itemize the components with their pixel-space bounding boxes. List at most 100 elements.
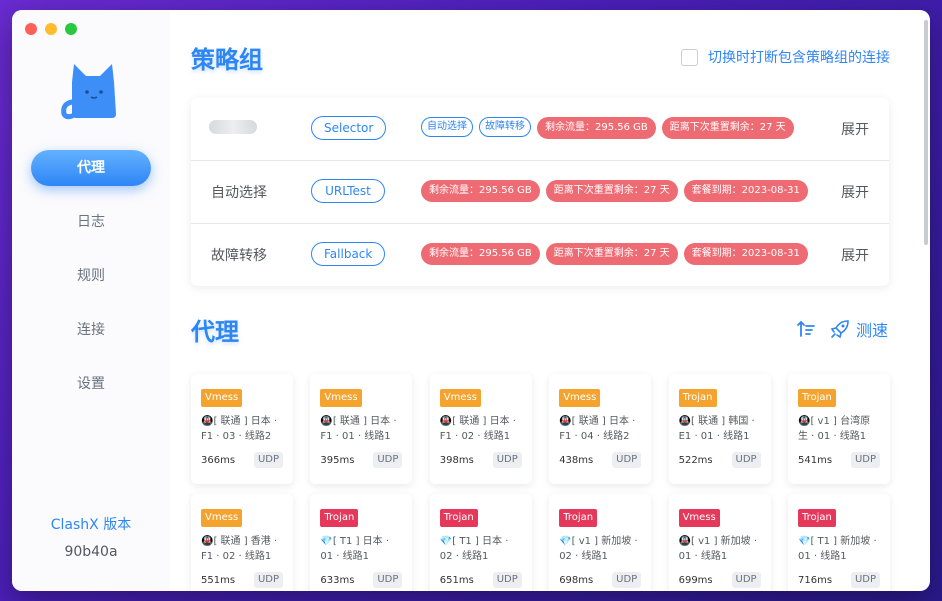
proxy-card[interactable]: Vmess 🚇[ 联通 ] 香港 · F1 · 02 · 线路1 551ms UDP	[191, 494, 293, 591]
proxy-delay: 398ms	[439, 455, 474, 466]
protocol-badge: Vmess	[559, 389, 601, 407]
window-controls	[25, 23, 77, 35]
proxy-card[interactable]: Vmess 🚇[ v1 ] 新加坡 · 01 · 线路1 699ms UDP	[668, 494, 771, 591]
proxy-card[interactable]: Vmess 🚇[ 联通 ] 日本 · F1 · 03 · 线路2 366ms UDP	[191, 374, 293, 484]
speed-test-label: 测速	[855, 321, 888, 340]
protocol-badge: Trojan	[320, 509, 359, 527]
udp-badge: UDP	[253, 572, 283, 588]
proxy-name: 💎[ T1 ] 新加坡 · 01 · 线路1	[798, 536, 877, 562]
protocol-badge: Vmess	[678, 509, 720, 527]
close-window-button[interactable]	[25, 23, 37, 35]
sidebar: 代理日志规则连接设置 ClashX 版本 90b40a	[12, 10, 170, 591]
proxy-name: 🚇[ 联通 ] 日本 · F1 · 01 · 线路1	[320, 416, 397, 442]
proxy-card[interactable]: Trojan 💎[ T1 ] 新加坡 · 01 · 线路1 716ms UDP	[788, 494, 890, 591]
udp-badge: UDP	[253, 452, 283, 468]
policy-group-row[interactable]: 故障转移 Fallback 剩余流量：295.56 GB 距离下次重置剩余：27 天套…	[191, 224, 889, 287]
protocol-badge: Trojan	[559, 509, 598, 527]
policy-groups-title: 策略组	[191, 46, 263, 74]
sidebar-nav: 代理日志规则连接设置	[31, 150, 151, 420]
protocol-badge: Vmess	[320, 389, 362, 407]
udp-badge: UDP	[731, 572, 761, 588]
proxy-name: 💎[ v1 ] 新加坡 · 02 · 线路1	[559, 536, 638, 562]
info-tag: 套餐到期：2023-08-31	[683, 180, 808, 202]
proxy-card[interactable]: Trojan 💎[ v1 ] 新加坡 · 02 · 线路1 698ms UDP	[549, 494, 652, 591]
proxy-card[interactable]: Trojan 💎[ T1 ] 日本 · 02 · 线路1 651ms UDP	[429, 494, 532, 591]
sidebar-item-0[interactable]: 代理	[31, 150, 151, 186]
udp-badge: UDP	[850, 572, 880, 588]
proxy-card[interactable]: Trojan 🚇[ 联通 ] 韩国 · E1 · 01 · 线路1 522ms UDP	[668, 374, 771, 484]
udp-badge: UDP	[373, 572, 403, 588]
protocol-badge: Trojan	[798, 509, 836, 527]
version-value: 90b40a	[64, 544, 118, 560]
udp-badge: UDP	[612, 572, 642, 588]
group-tags: 剩余流量：295.56 GB 距离下次重置剩余：27 天套餐到期：2023-08-…	[421, 180, 808, 202]
disconnect-label: 切换时打断包含策略组的连接	[708, 50, 890, 66]
sidebar-item-3[interactable]: 连接	[31, 312, 151, 348]
group-name-redacted	[209, 120, 257, 134]
sort-icon[interactable]	[796, 319, 816, 339]
sidebar-item-1[interactable]: 日志	[31, 204, 151, 240]
sidebar-item-4[interactable]: 设置	[31, 366, 151, 402]
expand-button[interactable]: 展开	[841, 182, 869, 202]
proxy-actions: 测速	[796, 317, 888, 341]
proxy-card[interactable]: Vmess 🚇[ 联通 ] 日本 · F1 · 02 · 线路1 398ms UDP	[429, 374, 532, 484]
proxy-delay: 698ms	[559, 575, 594, 586]
version-info: ClashX 版本 90b40a	[12, 514, 170, 560]
proxy-name: 💎[ T1 ] 日本 · 02 · 线路1	[439, 536, 509, 562]
info-tag: 距离下次重置剩余：27 天	[545, 243, 678, 265]
proxy-card[interactable]: Vmess 🚇[ 联通 ] 日本 · F1 · 01 · 线路1 395ms UDP	[310, 374, 413, 484]
proxy-name: 💎[ T1 ] 日本 · 01 · 线路1	[320, 536, 390, 562]
info-tag: 套餐到期：2023-08-31	[683, 243, 808, 265]
udp-badge: UDP	[492, 572, 522, 588]
proxy-card[interactable]: Vmess 🚇[ 联通 ] 日本 · F1 · 04 · 线路2 438ms UDP	[549, 374, 652, 484]
disconnect-checkbox[interactable]	[681, 48, 698, 66]
group-tags: 自动选择 故障转移 剩余流量：295.56 GB 距离下次重置剩余：27 天	[421, 117, 794, 139]
udp-badge: UDP	[850, 452, 880, 468]
group-type-badge: URLTest	[311, 179, 385, 203]
proxy-name: 🚇[ 联通 ] 日本 · F1 · 03 · 线路2	[201, 416, 278, 442]
info-tag: 距离下次重置剩余：27 天	[545, 180, 678, 202]
proxy-card[interactable]: Trojan 💎[ T1 ] 日本 · 01 · 线路1 633ms UDP	[310, 494, 413, 591]
udp-badge: UDP	[731, 452, 761, 468]
member-tag: 故障转移	[479, 117, 531, 137]
proxy-name: 🚇[ 联通 ] 韩国 · E1 · 01 · 线路1	[678, 416, 755, 442]
policy-group-row[interactable]: Selector 自动选择 故障转移 剩余流量：295.56 GB 距离下次重置剩余：2…	[191, 98, 889, 161]
proxy-delay: 522ms	[678, 455, 713, 466]
zoom-window-button[interactable]	[65, 23, 77, 35]
proxy-name: 🚇[ v1 ] 台湾原生 · 01 · 线路1	[798, 416, 871, 442]
protocol-badge: Trojan	[798, 389, 836, 407]
protocol-badge: Vmess	[439, 389, 481, 407]
proxies-title: 代理	[191, 318, 239, 346]
proxy-delay: 633ms	[320, 575, 355, 586]
policy-group-row[interactable]: 自动选择 URLTest 剩余流量：295.56 GB 距离下次重置剩余：27 天套餐…	[191, 161, 889, 224]
clashx-cat-logo-icon	[61, 64, 116, 120]
expand-button[interactable]: 展开	[841, 119, 869, 139]
info-tag: 距离下次重置剩余：27 天	[661, 117, 794, 139]
group-name: 故障转移	[211, 248, 267, 264]
sidebar-item-2[interactable]: 规则	[31, 258, 151, 294]
protocol-badge: Vmess	[201, 509, 243, 527]
proxy-name: 🚇[ 联通 ] 日本 · F1 · 02 · 线路1	[439, 416, 516, 442]
member-tag: 自动选择	[421, 117, 473, 137]
udp-badge: UDP	[612, 452, 642, 468]
speed-test-button[interactable]: 测速	[830, 317, 888, 341]
proxy-delay: 438ms	[559, 455, 594, 466]
proxy-delay: 699ms	[678, 575, 713, 586]
proxy-delay: 551ms	[201, 575, 236, 586]
proxy-delay: 395ms	[320, 455, 355, 466]
disconnect-option[interactable]: 切换时打断包含策略组的连接	[681, 47, 890, 67]
main-content: 策略组 切换时打断包含策略组的连接 Selector 自动选择 故障转移 剩余流量：2…	[170, 10, 930, 591]
version-label: ClashX 版本	[50, 517, 132, 533]
minimize-window-button[interactable]	[45, 23, 57, 35]
proxy-delay: 366ms	[201, 455, 236, 466]
proxy-card[interactable]: Trojan 🚇[ v1 ] 台湾原生 · 01 · 线路1 541ms UDP	[788, 374, 890, 484]
protocol-badge: Trojan	[439, 509, 478, 527]
udp-badge: UDP	[492, 452, 522, 468]
expand-button[interactable]: 展开	[841, 245, 869, 265]
proxy-delay: 716ms	[798, 575, 833, 586]
protocol-badge: Trojan	[678, 389, 717, 407]
info-tag: 剩余流量：295.56 GB	[421, 180, 540, 202]
proxy-delay: 651ms	[439, 575, 474, 586]
scrollbar[interactable]	[924, 20, 928, 245]
proxy-name: 🚇[ 联通 ] 日本 · F1 · 04 · 线路2	[559, 416, 636, 442]
